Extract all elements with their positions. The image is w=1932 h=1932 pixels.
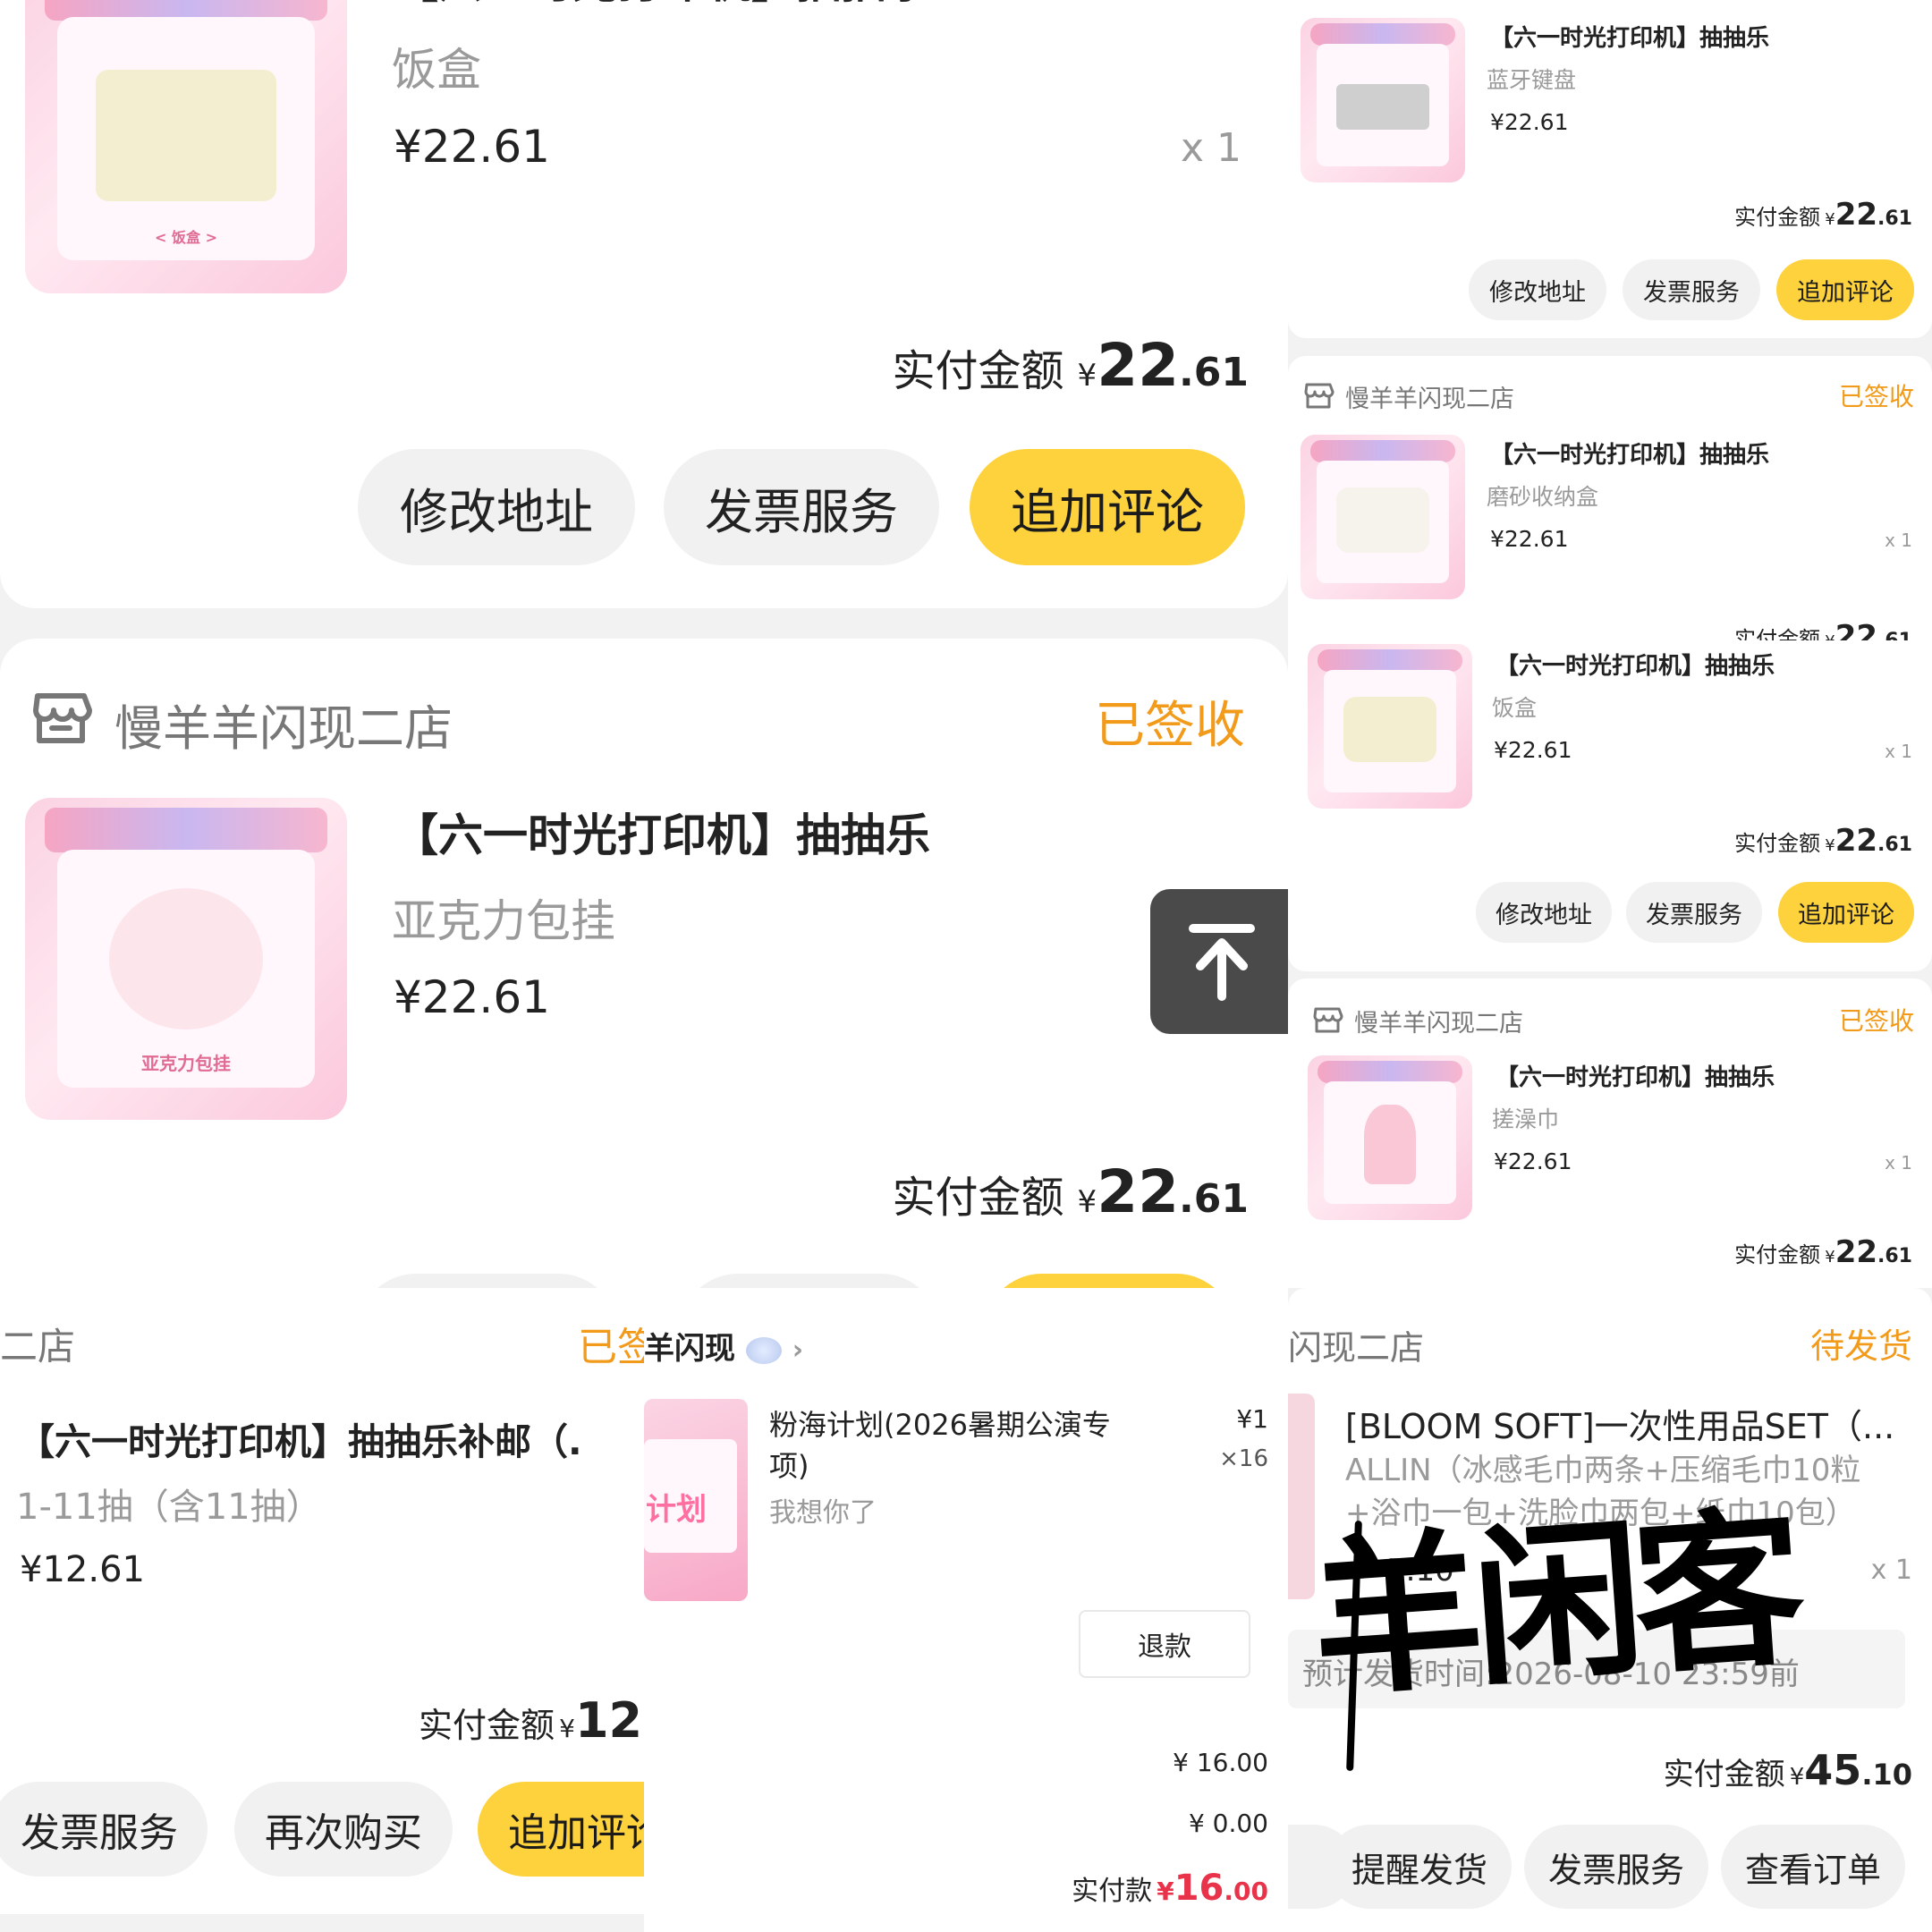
- bottom-middle-panel: 羊闪现 › 计划 粉海计划(2026暑期公演专项) 我想你了 ¥1 ×16 退款…: [644, 1288, 1288, 1932]
- product-thumbnail[interactable]: [1301, 435, 1465, 599]
- product-title[interactable]: 【六一时光打印机】抽抽乐: [1490, 436, 1769, 470]
- modify-address-button[interactable]: 修改地址: [358, 449, 635, 565]
- invoice-service-button[interactable]: 发票服务: [1623, 259, 1760, 320]
- order-card-acrylic: 慢羊羊闪现二店 已签收 亚克力包挂 【六一时光打印机】抽抽乐 亚克力包挂 ¥22…: [0, 639, 1288, 1288]
- product-thumbnail[interactable]: [1308, 1055, 1472, 1220]
- modify-address-button[interactable]: [358, 1274, 617, 1288]
- invoice-service-button[interactable]: 发票服务: [1524, 1825, 1708, 1909]
- product-variant: 搓澡巾: [1492, 1106, 1560, 1132]
- shop-name[interactable]: 二店: [0, 1317, 75, 1371]
- product-thumbnail[interactable]: [1308, 644, 1472, 809]
- paid-amount: 实付金额 ¥22.61: [1734, 823, 1912, 859]
- product-variant: 饭盒: [1492, 695, 1538, 721]
- back-to-top-button[interactable]: [1150, 889, 1288, 1034]
- order-card-keyboard: 【六一时光打印机】抽抽乐 蓝牙键盘 ¥22.61 实付金额 ¥22.61 修改地…: [1288, 0, 1932, 338]
- remind-ship-button[interactable]: 提醒发货: [1327, 1825, 1512, 1909]
- invoice-service-button[interactable]: 发票服务: [1626, 882, 1762, 943]
- unit-price: ¥1: [1236, 1404, 1268, 1434]
- product-price: ¥22.61: [394, 121, 550, 173]
- product-title[interactable]: 【六一时光打印机】抽抽乐: [1490, 20, 1769, 53]
- paid-amount: 实付金额 ¥22.61: [1734, 619, 1912, 640]
- shop-icon: [33, 693, 92, 743]
- shop-icon: [1313, 1007, 1343, 1033]
- order-card-bath-towel: 慢羊羊闪现二店 已签收 【六一时光打印机】抽抽乐 搓澡巾 ¥22.61 x 1 …: [1288, 979, 1932, 1288]
- order-card-reshipping: 二店 已签 【六一时光打印机】抽抽乐补邮（. 1-11抽（含11抽） ¥12.6…: [0, 1288, 644, 1914]
- paid-amount: 实付金额 ¥45.10: [1663, 1746, 1912, 1794]
- product-title[interactable]: [BLOOM SOFT]一次性用品SET（...: [1345, 1399, 1894, 1448]
- product-price: ¥12.61: [20, 1549, 145, 1590]
- product-quantity: x 1: [1181, 125, 1242, 171]
- refund-button[interactable]: 退款: [1079, 1610, 1250, 1678]
- product-title[interactable]: 【六一时光打印机】抽抽乐: [394, 800, 930, 864]
- add-review-button[interactable]: [984, 1274, 1234, 1288]
- discount: ¥ 0.00: [1188, 1809, 1268, 1838]
- buy-again-button[interactable]: 再次购买: [234, 1782, 453, 1877]
- product-price: ¥22.61: [1490, 526, 1569, 552]
- product-title[interactable]: 【六一时光打印机】抽抽乐: [1496, 648, 1775, 681]
- add-review-button[interactable]: 追加评论: [1776, 259, 1914, 320]
- product-price: ¥22.61: [1490, 109, 1569, 135]
- bottom-left-panel: 二店 已签 【六一时光打印机】抽抽乐补邮（. 1-11抽（含11抽） ¥12.6…: [0, 1288, 644, 1932]
- paid-amount: 实付金额 ¥22.61: [1734, 197, 1912, 233]
- product-thumbnail[interactable]: 计划: [644, 1399, 748, 1601]
- product-thumbnail[interactable]: 亚克力包挂: [25, 798, 347, 1120]
- product-quantity: x 1: [1885, 1152, 1912, 1174]
- order-status: 已签收: [1095, 697, 1245, 755]
- product-quantity: x 1: [1870, 1555, 1912, 1586]
- shop-name[interactable]: 慢羊羊闪现二店: [1354, 1004, 1523, 1038]
- product-variant: 亚克力包挂: [392, 895, 615, 947]
- product-price: ¥22.61: [1494, 737, 1572, 763]
- order-card-two-items: 慢羊羊闪现二店 已签收 【六一时光打印机】抽抽乐 磨砂收纳盒 ¥22.61 x …: [1288, 356, 1932, 971]
- subtotal: ¥ 16.00: [1173, 1748, 1268, 1777]
- chevron-right-icon: ›: [792, 1335, 804, 1366]
- product-variant: 饭盒: [392, 44, 481, 96]
- left-top-panel: < 饭盒 > 【六一时光打印机】抽抽乐 饭盒 ¥22.61 x 1 实付金额 ¥…: [0, 0, 1288, 1288]
- product-subtitle: 我想你了: [769, 1497, 877, 1529]
- shop-icon: [1304, 383, 1335, 409]
- right-top-panel: 【六一时光打印机】抽抽乐 蓝牙键盘 ¥22.61 实付金额 ¥22.61 修改地…: [1288, 0, 1932, 1288]
- product-variant: 1-11抽（含11抽）: [16, 1487, 322, 1528]
- order-status: 已签收: [1838, 1006, 1914, 1036]
- invoice-service-button[interactable]: 发票服务: [664, 449, 939, 565]
- modify-address-button[interactable]: 修改地址: [1476, 882, 1612, 943]
- product-title[interactable]: 【六一时光打印机】抽抽乐: [1496, 1059, 1775, 1092]
- product-thumbnail[interactable]: < 饭盒 >: [25, 0, 347, 293]
- invoice-service-button[interactable]: [680, 1274, 939, 1288]
- shop-name[interactable]: 慢羊羊闪现二店: [1345, 379, 1514, 414]
- paid-amount: 实付金额 ¥22.61: [1734, 1234, 1912, 1270]
- order-status: 已签收: [1838, 382, 1914, 411]
- product-price: ¥22.61: [394, 971, 550, 1023]
- paid-amount: 实付金额 ¥22.61: [892, 1157, 1249, 1226]
- product-variant: 磨砂收纳盒: [1487, 484, 1599, 510]
- paid-amount: 实付金额 ¥12: [419, 1692, 643, 1749]
- product-quantity: x 1: [1885, 530, 1912, 551]
- arrow-up-icon: [1189, 924, 1255, 1001]
- item-count: ×16: [1219, 1445, 1268, 1472]
- paid-amount: 实付款 ¥16.00: [1072, 1868, 1268, 1909]
- add-review-button[interactable]: 追加评论: [478, 1782, 644, 1877]
- shop-name[interactable]: 慢羊羊闪现二店: [114, 689, 453, 759]
- shop-name[interactable]: 闪现二店: [1288, 1320, 1424, 1369]
- product-title[interactable]: 【六一时光打印机】抽抽乐补邮（.: [18, 1411, 582, 1465]
- product-title[interactable]: 粉海计划(2026暑期公演专项): [769, 1404, 1145, 1487]
- paid-amount: 实付金额 ¥22.61: [892, 331, 1249, 400]
- product-thumbnail[interactable]: [1301, 18, 1465, 182]
- product-quantity: x 1: [1885, 741, 1912, 762]
- order-card-top: < 饭盒 > 【六一时光打印机】抽抽乐 饭盒 ¥22.61 x 1 实付金额 ¥…: [0, 0, 1288, 608]
- order-status: 已签: [578, 1325, 644, 1370]
- add-review-button[interactable]: 追加评论: [970, 449, 1245, 565]
- view-order-button[interactable]: 查看订单: [1721, 1825, 1905, 1909]
- shop-name[interactable]: 羊闪现 ›: [644, 1324, 803, 1368]
- watermark-signature: 羊闲客: [1305, 1487, 1802, 1721]
- order-status: 待发货: [1809, 1326, 1912, 1366]
- modify-address-button[interactable]: 修改地址: [1469, 259, 1606, 320]
- product-title[interactable]: 【六一时光打印机】抽抽乐: [394, 0, 930, 11]
- invoice-service-button[interactable]: 发票服务: [0, 1782, 208, 1877]
- flash-badge-icon: [745, 1336, 782, 1364]
- product-variant: 蓝牙键盘: [1487, 67, 1577, 93]
- add-review-button[interactable]: 追加评论: [1778, 882, 1914, 943]
- product-price: ¥22.61: [1494, 1148, 1572, 1174]
